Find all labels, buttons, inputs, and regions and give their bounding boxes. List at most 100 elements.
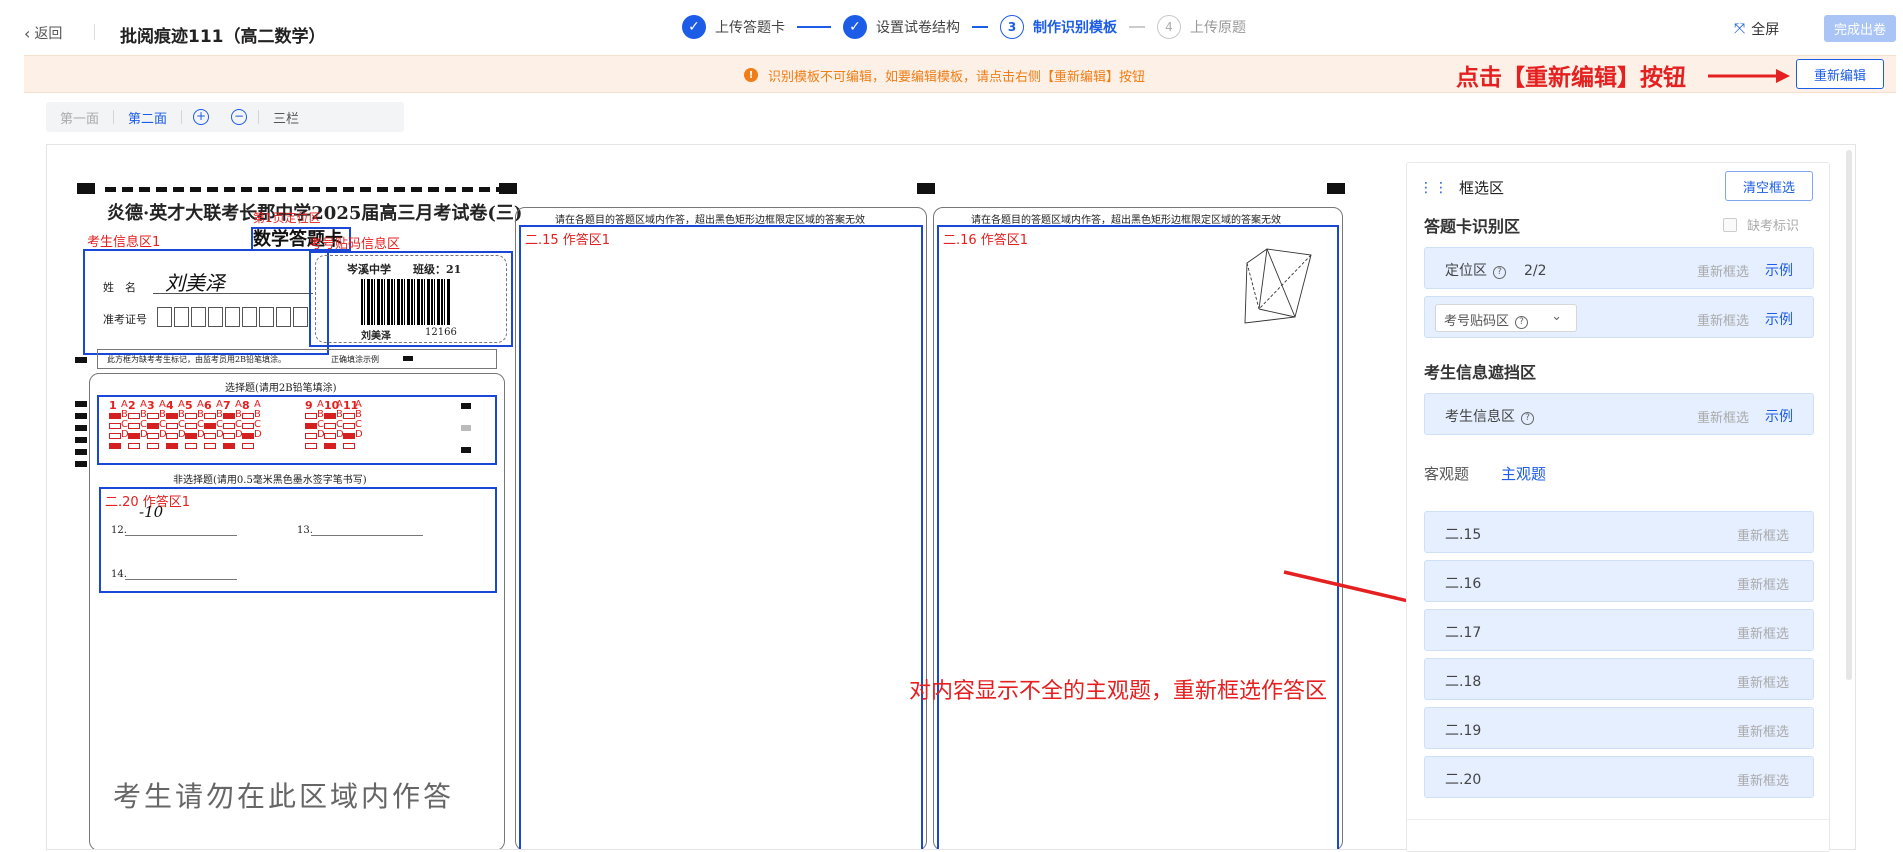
choice-bubble [343, 423, 355, 429]
choice-number: 7 [223, 399, 231, 412]
timing-mark [75, 401, 87, 407]
area-15-label: 二.15 作答区1 [525, 233, 611, 248]
timing-mark [461, 403, 471, 409]
locate-marker [499, 183, 517, 194]
choice-bubble [223, 413, 235, 419]
reselect-button[interactable]: 重新框选 [1697, 310, 1749, 329]
example-link[interactable]: 示例 [1765, 309, 1793, 329]
row-label: 二.19 [1445, 723, 1482, 739]
student-info-box[interactable] [83, 249, 329, 355]
digit-box [225, 307, 240, 327]
reselect-button[interactable]: 重新框选 [1737, 623, 1789, 642]
section-info-mask: 考生信息遮挡区 [1424, 363, 1537, 382]
choice-bubble [204, 423, 216, 429]
help-icon[interactable]: ? [1515, 316, 1529, 329]
check-icon: ✓ [682, 15, 706, 39]
area-15-box[interactable] [519, 225, 923, 849]
absent-note: 此方框为缺考考生标记，由监考员用2B铅笔填涂。 [107, 355, 286, 364]
choice-bubble [242, 443, 254, 449]
choice-bubble [147, 443, 159, 449]
page-title: 批阅痕迹111（高二数学） [120, 27, 326, 47]
choice-number: 9 [305, 399, 313, 412]
step-label: 上传原题 [1190, 20, 1246, 36]
missing-label: 缺考标识 [1747, 219, 1800, 234]
choice-number: 6 [204, 399, 212, 412]
reselect-button[interactable]: 重新框选 [1697, 407, 1749, 426]
missing-mark-checkbox[interactable]: 缺考标识 [1723, 215, 1799, 234]
row-label: 考生信息区? [1445, 406, 1534, 426]
page-two-button[interactable]: 第二面 [114, 108, 181, 127]
zoom-out-icon[interactable]: − [231, 109, 248, 125]
digit-box [259, 307, 274, 327]
reselect-button[interactable]: 重新框选 [1737, 574, 1789, 593]
fullscreen-button[interactable]: ⤧ 全屏 [1734, 19, 1779, 39]
example-link[interactable]: 示例 [1765, 260, 1793, 280]
help-icon[interactable]: ? [1493, 266, 1506, 279]
underline [125, 535, 237, 536]
student-signature: 刘美泽 [165, 271, 225, 295]
page-one-button[interactable]: 第一面 [46, 108, 113, 127]
reselect-button[interactable]: 重新框选 [1697, 261, 1749, 280]
divider [181, 110, 183, 124]
objective-area-box[interactable] [97, 395, 497, 465]
example-link[interactable]: 示例 [1765, 406, 1793, 426]
zoom-in-icon[interactable]: + [193, 109, 210, 125]
choice-option-label: D [254, 429, 262, 440]
choice-bubble [204, 433, 216, 439]
step-label: 制作识别模板 [1033, 20, 1117, 36]
timing-mark [461, 447, 471, 453]
timing-mark [75, 413, 87, 419]
help-icon[interactable]: ? [1521, 412, 1534, 425]
reselect-button[interactable]: 重新框选 [1737, 525, 1789, 544]
re-edit-button[interactable]: 重新编辑 [1796, 59, 1884, 89]
reselect-button[interactable]: 重新框选 [1737, 770, 1789, 789]
choice-number: 8 [242, 399, 250, 412]
canvas-scrollbar[interactable] [1846, 150, 1852, 680]
timing-mark [461, 425, 471, 431]
step-set-structure[interactable]: ✓ 设置试卷结构 [843, 15, 960, 39]
reselect-button[interactable]: 重新框选 [1737, 721, 1789, 740]
timing-mark [75, 461, 87, 467]
choice-bubble [147, 433, 159, 439]
step-upload-original[interactable]: 4 上传原题 [1157, 15, 1246, 39]
choice-number: 3 [147, 399, 155, 412]
tab-subjective[interactable]: 主观题 [1501, 463, 1546, 484]
step-number: 3 [1000, 15, 1024, 39]
barcode-area-select[interactable]: 考号贴码区? ⌄ [1435, 304, 1577, 332]
question-type-tabs: 客观题 主观题 [1424, 463, 1578, 484]
choice-bubble [223, 433, 235, 439]
choice-bubble [324, 413, 336, 419]
stepper: ✓ 上传答题卡 ✓ 设置试卷结构 3 制作识别模板 4 上传原题 [682, 14, 1246, 40]
section-card-recognition: 答题卡识别区 [1424, 217, 1521, 236]
student-info-label: 考生信息区1 [87, 235, 161, 250]
choice-bubble [305, 423, 317, 429]
digit-box [276, 307, 291, 327]
step-upload-card[interactable]: ✓ 上传答题卡 [682, 15, 785, 39]
annotation-arrow-icon [1708, 69, 1790, 83]
choice-bubble [128, 443, 140, 449]
row-label: 二.17 [1445, 625, 1482, 641]
row-label: 二.20 [1445, 772, 1482, 788]
choice-option-label: D [355, 429, 363, 440]
row-question-17: 二.17 重新框选 [1424, 609, 1814, 651]
timing-track [105, 187, 505, 192]
row-label: 定位区? 2/2 [1445, 263, 1547, 279]
three-column-button[interactable]: 三栏 [259, 108, 313, 127]
choice-bubble [343, 443, 355, 449]
step-make-template[interactable]: 3 制作识别模板 [1000, 15, 1117, 39]
choice-bubble [109, 443, 121, 449]
back-button[interactable]: ‹ 返回 [24, 23, 62, 43]
drag-handle-icon[interactable]: ⋮⋮ [1419, 180, 1449, 196]
row-barcode-area: 考号贴码区? ⌄ 重新框选 示例 [1424, 296, 1814, 338]
choice-bubble [166, 433, 178, 439]
choice-bubble [223, 443, 235, 449]
fill-example-mark [403, 356, 413, 361]
choice-number: 1 [109, 399, 117, 412]
clear-selection-button[interactable]: 清空框选 [1725, 171, 1813, 201]
finish-button[interactable]: 完成出卷 [1824, 15, 1896, 42]
row-question-15: 二.15 重新框选 [1424, 511, 1814, 553]
choice-bubble [305, 443, 317, 449]
reselect-button[interactable]: 重新框选 [1737, 672, 1789, 691]
tab-objective[interactable]: 客观题 [1424, 463, 1469, 484]
checkbox[interactable] [1723, 217, 1737, 232]
